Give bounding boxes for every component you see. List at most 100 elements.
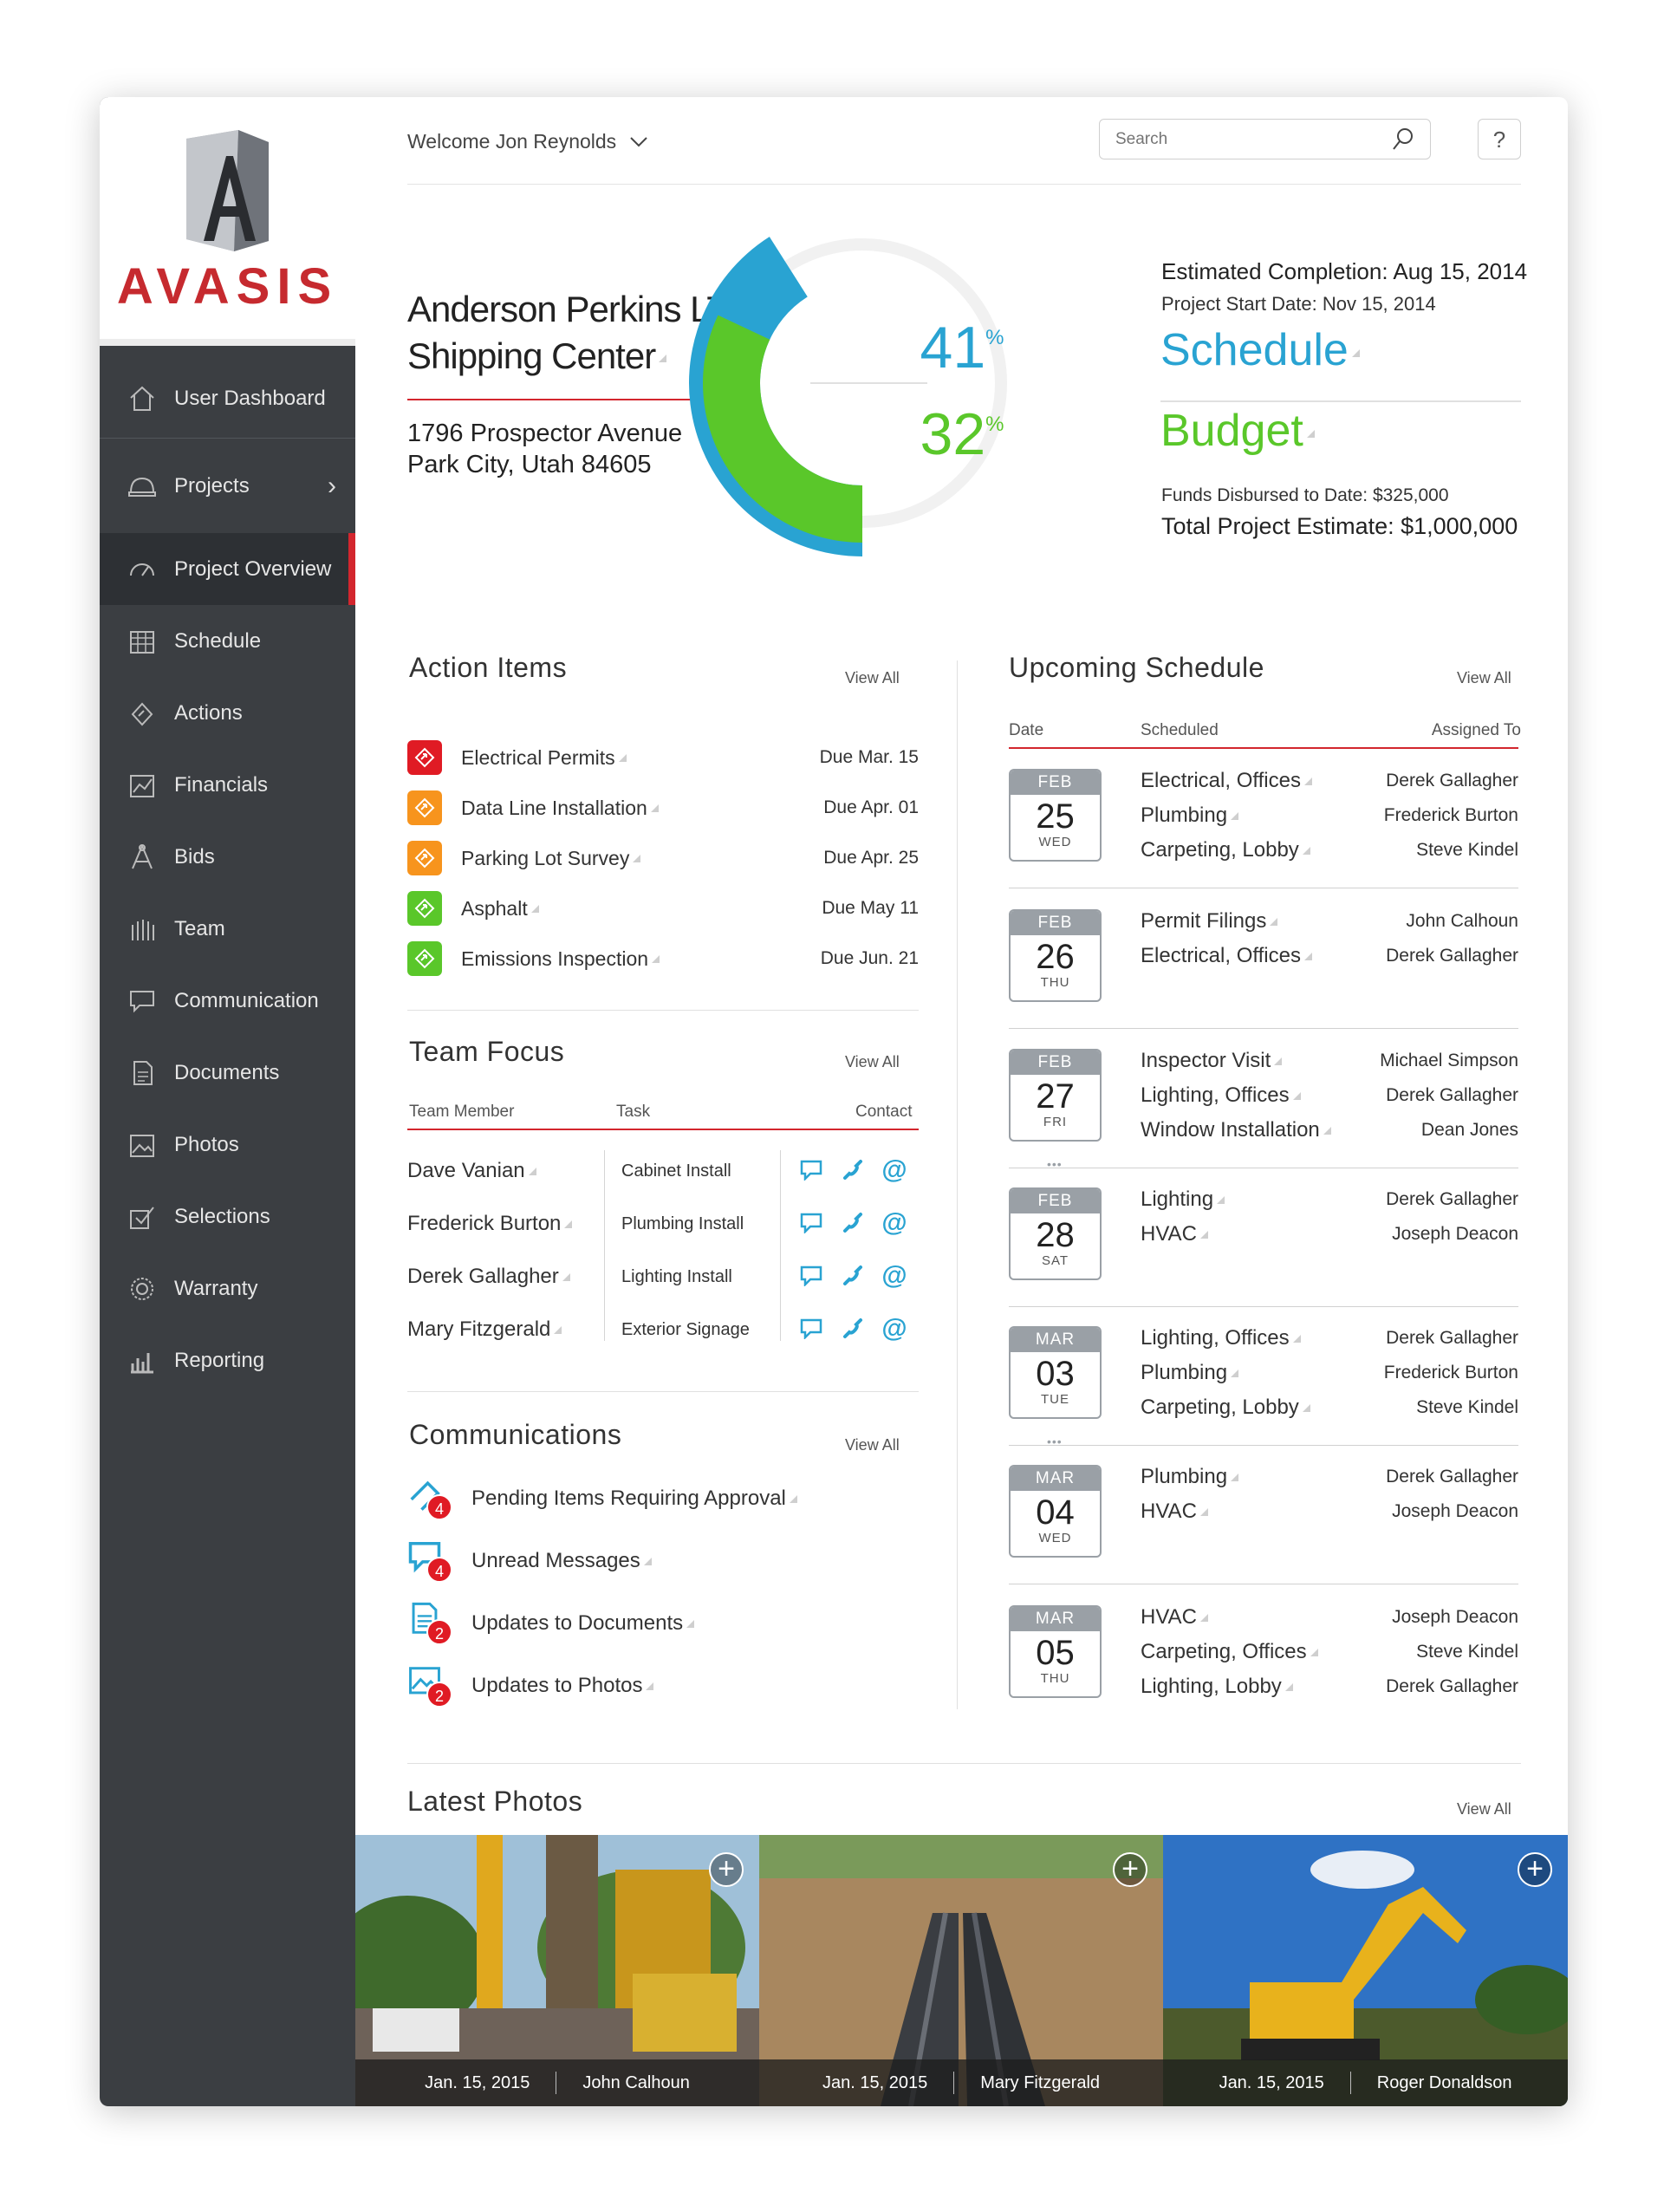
date-card[interactable]: FEB 27 FRI <box>1009 1049 1102 1142</box>
message-icon[interactable] <box>797 1210 825 1236</box>
search-input[interactable] <box>1115 129 1393 149</box>
action-item[interactable]: Asphalt Due May 11 <box>407 891 919 926</box>
action-items-view-all[interactable]: View All <box>845 669 900 687</box>
action-item[interactable]: Electrical Permits Due Mar. 15 <box>407 740 919 775</box>
photo-caption: Jan. 15, 2015 John Calhoun <box>355 2059 759 2106</box>
photo-date: Jan. 15, 2015 <box>1219 2072 1324 2092</box>
communication-item[interactable]: 2 Updates to Documents <box>407 1602 695 1645</box>
sidebar-item-reporting[interactable]: Reporting <box>100 1324 355 1396</box>
budget-percent-value: 32 <box>920 401 986 467</box>
add-photo-icon[interactable]: + <box>1113 1852 1147 1887</box>
scheduled-task[interactable]: Permit Filings <box>1141 909 1278 934</box>
message-icon[interactable] <box>797 1263 825 1289</box>
assigned-to: Derek Gallagher <box>1386 1328 1518 1348</box>
phone-icon[interactable] <box>839 1263 867 1289</box>
sidebar-item-schedule[interactable]: Schedule <box>100 605 355 677</box>
date-weekday: THU <box>1040 975 1070 990</box>
date-card[interactable]: MAR 03 TUE <box>1009 1326 1102 1419</box>
budget-heading[interactable]: Budget <box>1160 405 1315 457</box>
scheduled-task[interactable]: Inspector Visit <box>1141 1049 1283 1073</box>
sidebar-item-label: Documents <box>174 1060 280 1084</box>
add-photo-icon[interactable]: + <box>1518 1852 1552 1887</box>
edit-corner-icon <box>1199 1614 1208 1623</box>
sidebar-item-bids[interactable]: Bids <box>100 821 355 893</box>
scheduled-task[interactable]: Carpeting, Lobby <box>1141 838 1310 862</box>
scheduled-task[interactable]: Lighting, Offices <box>1141 1083 1301 1108</box>
photo-card[interactable]: + Jan. 15, 2015 John Calhoun <box>355 1835 759 2106</box>
scheduled-task[interactable]: Carpeting, Offices <box>1141 1640 1318 1664</box>
action-item[interactable]: Parking Lot Survey Due Apr. 25 <box>407 841 919 875</box>
sidebar-item-documents[interactable]: Documents <box>100 1037 355 1109</box>
phone-icon[interactable] <box>839 1157 867 1183</box>
email-icon[interactable]: @ <box>881 1210 908 1236</box>
add-photo-icon[interactable]: + <box>709 1852 744 1887</box>
scheduled-task[interactable]: Lighting <box>1141 1187 1225 1212</box>
communications-view-all[interactable]: View All <box>845 1436 900 1454</box>
date-card[interactable]: MAR 04 WED <box>1009 1465 1102 1558</box>
date-card[interactable]: FEB 25 WED <box>1009 769 1102 862</box>
scheduled-task[interactable]: Plumbing <box>1141 1361 1239 1385</box>
scheduled-task[interactable]: HVAC <box>1141 1605 1208 1630</box>
scheduled-task[interactable]: HVAC <box>1141 1222 1208 1246</box>
edit-corner-icon <box>1231 1474 1239 1482</box>
scheduled-task[interactable]: Lighting, Offices <box>1141 1326 1301 1350</box>
sidebar-item-projects[interactable]: Projects › <box>100 438 355 533</box>
action-item[interactable]: Emissions Inspection Due Jun. 21 <box>407 941 919 976</box>
scheduled-task[interactable]: Window Installation <box>1141 1118 1331 1142</box>
sidebar-item-selections[interactable]: Selections <box>100 1181 355 1252</box>
team-member-name[interactable]: Dave Vanian <box>407 1159 536 1183</box>
phone-icon[interactable] <box>839 1316 867 1342</box>
logo[interactable]: AVASIS <box>100 97 355 346</box>
assigned-to: Derek Gallagher <box>1386 1467 1518 1487</box>
sidebar-item-project-overview[interactable]: Project Overview <box>100 533 355 605</box>
edit-corner-icon[interactable] <box>659 355 667 363</box>
message-icon[interactable] <box>797 1157 825 1183</box>
schedule-view-all[interactable]: View All <box>1457 669 1511 687</box>
scheduled-task[interactable]: Electrical, Offices <box>1141 944 1312 968</box>
team-member-name[interactable]: Frederick Burton <box>407 1212 573 1236</box>
photo-card[interactable]: + Jan. 15, 2015 Roger Donaldson <box>1163 1835 1568 2106</box>
date-card[interactable]: MAR 05 THU <box>1009 1605 1102 1698</box>
team-member-name[interactable]: Derek Gallagher <box>407 1265 570 1289</box>
phone-icon[interactable] <box>839 1210 867 1236</box>
scheduled-task[interactable]: Lighting, Lobby <box>1141 1675 1293 1699</box>
date-card[interactable]: FEB 26 THU <box>1009 909 1102 1002</box>
team-focus-view-all[interactable]: View All <box>845 1053 900 1071</box>
help-button[interactable]: ? <box>1478 119 1521 159</box>
sidebar-item-label: Photos <box>174 1132 239 1156</box>
email-icon[interactable]: @ <box>881 1157 908 1183</box>
scheduled-task[interactable]: HVAC <box>1141 1500 1208 1524</box>
scheduled-task[interactable]: Carpeting, Lobby <box>1141 1396 1310 1420</box>
sidebar-item-user-dashboard[interactable]: User Dashboard <box>100 360 355 438</box>
sidebar-item-team[interactable]: Team <box>100 893 355 965</box>
communication-item[interactable]: 2 Updates to Photos <box>407 1664 654 1708</box>
chevron-right-icon[interactable]: › <box>328 472 336 501</box>
communication-item[interactable]: 4 Pending Items Requiring Approval <box>407 1477 797 1520</box>
welcome-menu[interactable]: Welcome Jon Reynolds <box>407 130 648 153</box>
sidebar-item-photos[interactable]: Photos <box>100 1109 355 1181</box>
scheduled-task[interactable]: Plumbing <box>1141 1465 1239 1489</box>
search-icon[interactable] <box>1392 127 1414 152</box>
team-member-name[interactable]: Mary Fitzgerald <box>407 1317 562 1342</box>
sidebar-item-warranty[interactable]: Warranty <box>100 1252 355 1324</box>
action-item-due: Due Apr. 01 <box>823 797 919 817</box>
email-icon[interactable]: @ <box>881 1263 908 1289</box>
date-card[interactable]: FEB 28 SAT <box>1009 1187 1102 1280</box>
sidebar-item-communication[interactable]: Communication <box>100 965 355 1037</box>
sidebar-item-financials[interactable]: Financials <box>100 749 355 821</box>
edit-corner-icon <box>652 954 660 963</box>
action-icon <box>407 841 442 875</box>
photos-view-all[interactable]: View All <box>1457 1800 1511 1818</box>
message-icon[interactable] <box>797 1316 825 1342</box>
scheduled-task[interactable]: Plumbing <box>1141 803 1239 828</box>
schedule-separator <box>1009 1445 1518 1446</box>
photo-card[interactable]: + Jan. 15, 2015 Mary Fitzgerald <box>759 1835 1163 2106</box>
communication-item[interactable]: 4 Unread Messages <box>407 1539 652 1583</box>
scheduled-task[interactable]: Electrical, Offices <box>1141 769 1312 793</box>
scheduled-task-label: Plumbing <box>1141 1465 1228 1488</box>
search-box[interactable] <box>1099 119 1431 159</box>
email-icon[interactable]: @ <box>881 1316 908 1342</box>
schedule-heading[interactable]: Schedule <box>1160 324 1360 376</box>
sidebar-item-actions[interactable]: Actions <box>100 677 355 749</box>
action-item[interactable]: Data Line Installation Due Apr. 01 <box>407 790 919 825</box>
